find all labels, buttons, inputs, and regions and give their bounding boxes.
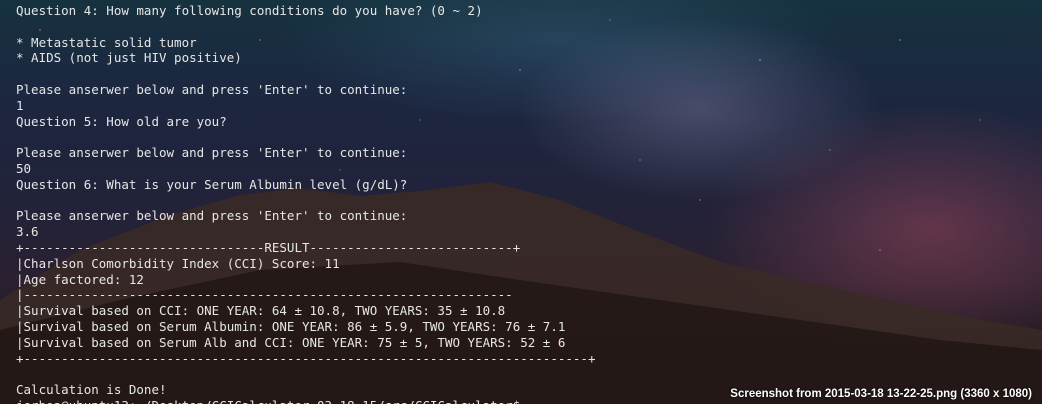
- terminal-line: |Age factored: 12: [16, 271, 144, 287]
- terminal-line: * AIDS (not just HIV positive): [16, 50, 242, 66]
- screenshot-caption: Screenshot from 2015-03-18 13-22-25.png …: [730, 388, 1032, 400]
- terminal-line: +---------------------------------------…: [16, 350, 596, 366]
- terminal-line: |---------------------------------------…: [16, 287, 513, 303]
- terminal-line: +--------------------------------RESULT-…: [16, 239, 521, 255]
- terminal-line: |Charlson Comorbidity Index (CCI) Score:…: [16, 255, 340, 271]
- terminal-output: Question 4: How many following condition…: [16, 3, 595, 404]
- terminal-line: 50: [16, 160, 32, 176]
- terminal-line: |Survival based on CCI: ONE YEAR: 64 ± 1…: [16, 303, 506, 319]
- terminal-line: Please anserwer below and press 'Enter' …: [16, 145, 408, 161]
- terminal-line: 1: [16, 97, 24, 113]
- terminal-line: 3.6: [16, 224, 39, 240]
- desktop-screen: Question 4: How many following condition…: [0, 0, 1042, 404]
- terminal-line: Please anserwer below and press 'Enter' …: [16, 208, 408, 224]
- terminal-line: Please anserwer below and press 'Enter' …: [16, 81, 408, 97]
- terminal-line: Question 5: How old are you?: [16, 113, 227, 129]
- terminal-line: Question 6: What is your Serum Albumin l…: [16, 176, 408, 192]
- terminal-line: * Metastatic solid tumor: [16, 34, 197, 50]
- terminal-line: |Survival based on Serum Alb and CCI: ON…: [16, 334, 566, 350]
- terminal-line: |Survival based on Serum Albumin: ONE YE…: [16, 318, 566, 334]
- terminal-line: Question 4: How many following condition…: [16, 3, 483, 18]
- terminal-line: jerboa@ubuntu13:~/Desktop/CCICalculator_…: [16, 398, 595, 404]
- terminal-line: Calculation is Done!: [16, 382, 167, 398]
